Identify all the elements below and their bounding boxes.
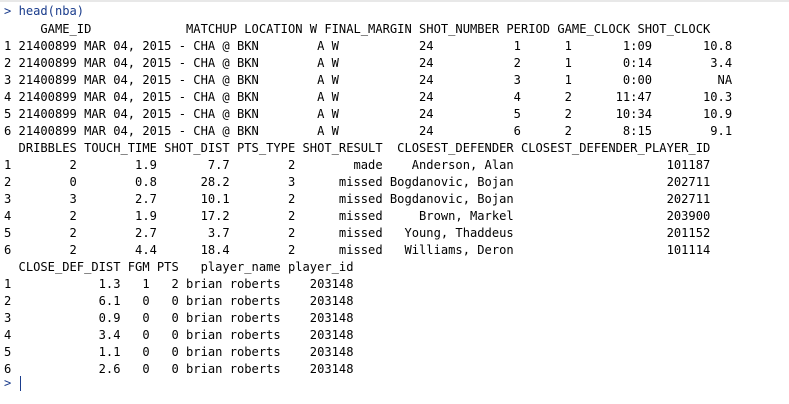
console-top-edge — [0, 0, 789, 2]
block2-row: 3 3 2.7 10.1 2 missed Bogdanovic, Bojan … — [4, 192, 711, 206]
block3-row: 1 1.3 1 2 brian roberts 203148 — [4, 277, 354, 291]
block1-row: 2 21400899 MAR 04, 2015 - CHA @ BKN A W … — [4, 56, 733, 70]
block3-row: 4 3.4 0 0 brian roberts 203148 — [4, 328, 354, 342]
command-text: head(nba) — [18, 4, 85, 18]
block3-row: 5 1.1 0 0 brian roberts 203148 — [4, 345, 354, 359]
block1-row: 6 21400899 MAR 04, 2015 - CHA @ BKN A W … — [4, 124, 733, 138]
block1-header: GAME_ID MATCHUP LOCATION W FINAL_MARGIN … — [4, 22, 711, 36]
block1-row: 4 21400899 MAR 04, 2015 - CHA @ BKN A W … — [4, 90, 733, 104]
block2-row: 2 0 0.8 28.2 3 missed Bogdanovic, Bojan … — [4, 175, 711, 189]
block2-row: 4 2 1.9 17.2 2 missed Brown, Markel 2039… — [4, 209, 711, 223]
final-prompt-symbol: > — [4, 376, 12, 390]
block2-header: DRIBBLES TOUCH_TIME SHOT_DIST PTS_TYPE S… — [4, 141, 711, 155]
block1-row: 1 21400899 MAR 04, 2015 - CHA @ BKN A W … — [4, 39, 733, 53]
block1-row: 5 21400899 MAR 04, 2015 - CHA @ BKN A W … — [4, 107, 733, 121]
block3-row: 6 2.6 0 0 brian roberts 203148 — [4, 362, 354, 376]
prompt-symbol: > — [4, 4, 12, 18]
input-line[interactable]: > — [4, 375, 11, 392]
block2-row: 1 2 1.9 7.7 2 made Anderson, Alan 101187 — [4, 158, 711, 172]
text-cursor — [20, 376, 21, 391]
block2-row: 5 2 2.7 3.7 2 missed Young, Thaddeus 201… — [4, 226, 711, 240]
block3-row: 2 6.1 0 0 brian roberts 203148 — [4, 294, 354, 308]
block2-row: 6 2 4.4 18.4 2 missed Williams, Deron 10… — [4, 243, 711, 257]
block1-row: 3 21400899 MAR 04, 2015 - CHA @ BKN A W … — [4, 73, 733, 87]
block3-header: CLOSE_DEF_DIST FGM PTS player_name playe… — [4, 260, 354, 274]
command-line: > head(nba) — [4, 3, 84, 20]
r-console[interactable]: > head(nba) GAME_ID MATCHUP LOCATION W F… — [0, 0, 789, 404]
block3-row: 3 0.9 0 0 brian roberts 203148 — [4, 311, 354, 325]
